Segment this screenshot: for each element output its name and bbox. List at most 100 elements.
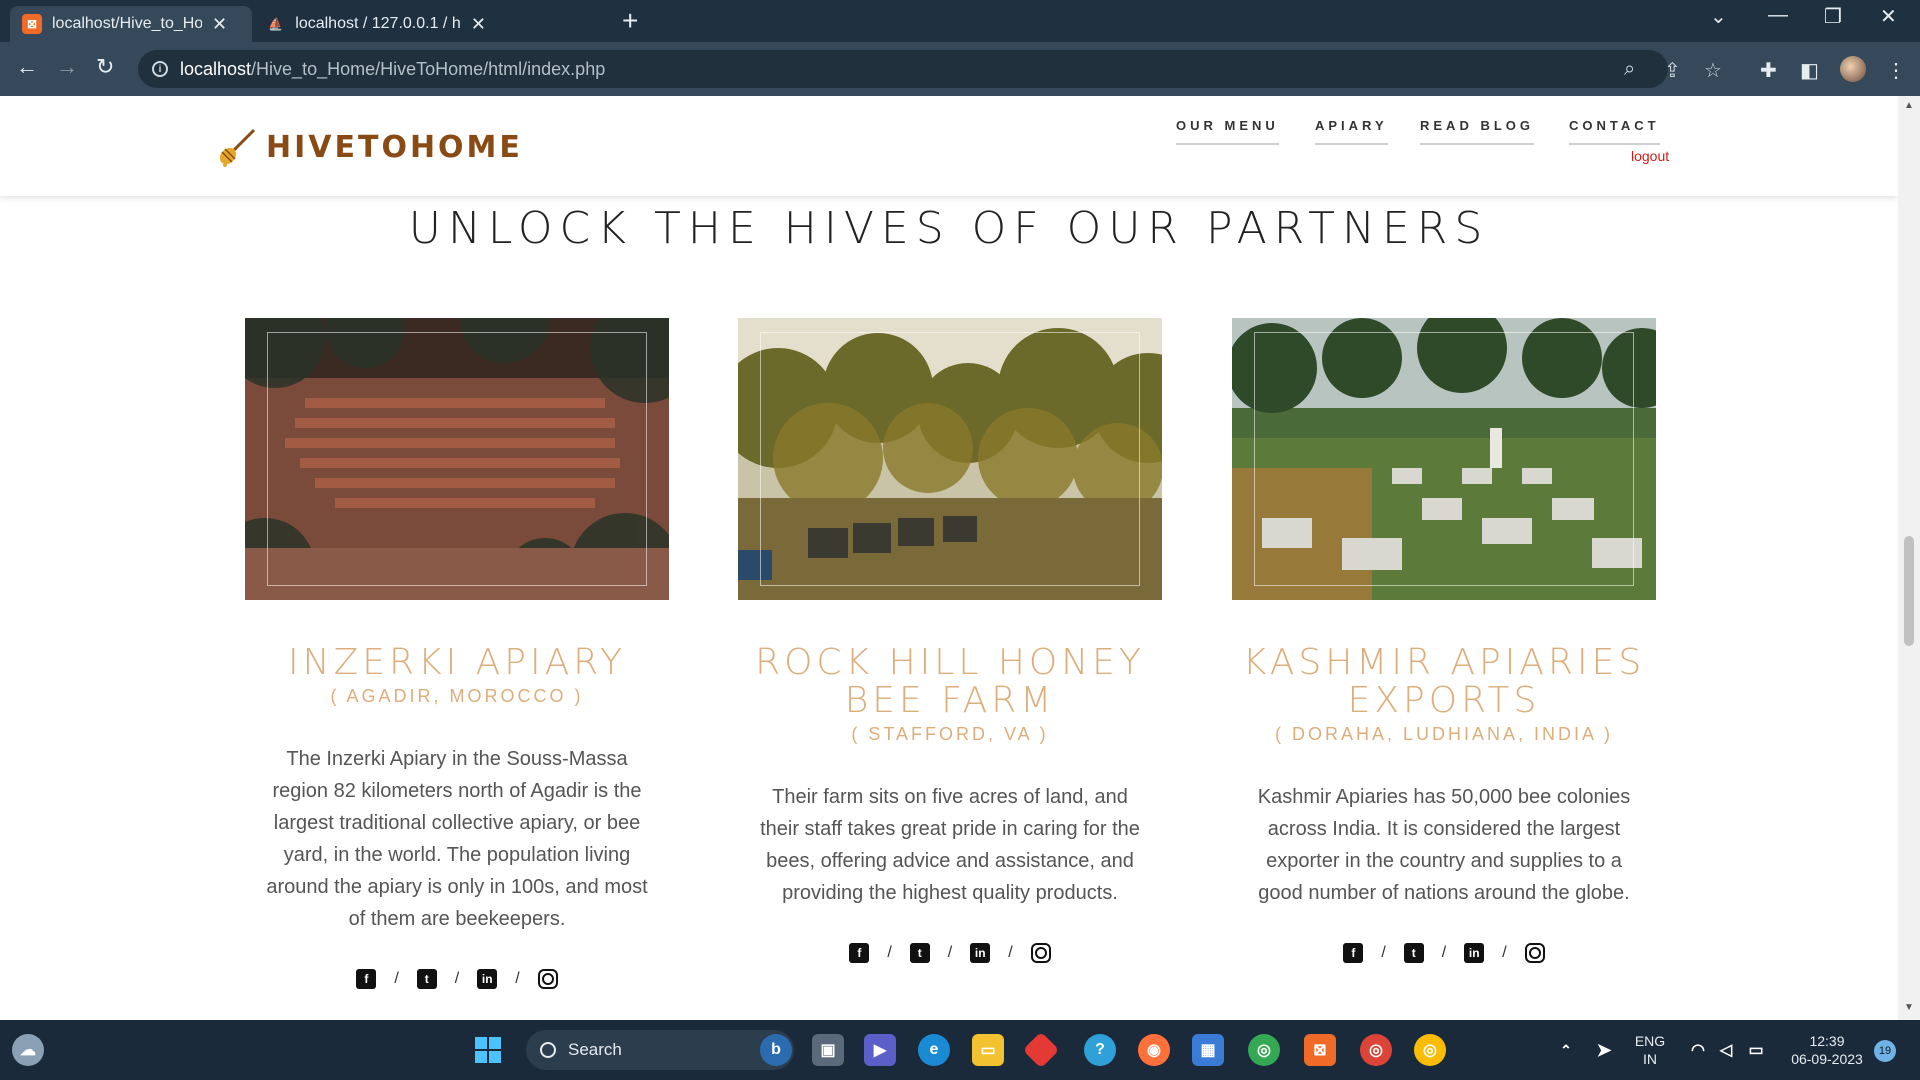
separator: /: [1008, 944, 1013, 961]
search-label: Search: [568, 1040, 622, 1059]
scrollbar-thumb[interactable]: [1904, 536, 1914, 646]
logout-link[interactable]: logout: [1631, 148, 1669, 164]
card-description: Kashmir Apiaries has 50,000 bee colonies…: [1257, 786, 1631, 904]
firefox-icon[interactable]: ◉: [1138, 1034, 1170, 1066]
url-field[interactable]: i localhost/Hive_to_Home/HiveToHome/html…: [138, 50, 1722, 88]
menu-kebab-icon[interactable]: ⋮: [1886, 58, 1906, 83]
twitter-icon[interactable]: t: [416, 969, 437, 989]
page-scrollbar[interactable]: ▲ ▼: [1898, 96, 1920, 1020]
phpmyadmin-icon: ⛵: [268, 17, 284, 31]
social-links: f / t / in /: [1232, 943, 1656, 963]
language-indicator[interactable]: ENG IN: [1632, 1032, 1668, 1068]
facebook-icon[interactable]: f: [1343, 943, 1364, 963]
teams-icon[interactable]: ▶: [864, 1034, 896, 1066]
store-icon[interactable]: ▦: [1192, 1034, 1224, 1066]
chrome-icon[interactable]: ◎: [1248, 1034, 1280, 1066]
show-hidden-icons[interactable]: ⌃: [1550, 1034, 1582, 1066]
tab-title: localhost / 127.0.0.1 / hivetohom: [295, 15, 461, 32]
task-view-icon[interactable]: ▣: [812, 1034, 844, 1066]
windows-taskbar: ☁ Search b ▣ ▶ e ▭ ? ◉ ▦ ◎ ⊠ ◎ ◎ ⌃ ➤ ENG…: [0, 1020, 1920, 1080]
card-title: ROCK HILL HONEY BEE FARM: [755, 642, 1145, 721]
linkedin-icon[interactable]: in: [1464, 943, 1485, 963]
card-title: INZERKI APIARY: [288, 642, 626, 683]
facebook-icon[interactable]: f: [849, 943, 870, 963]
nav-apiary[interactable]: APIARY: [1315, 118, 1388, 145]
image-frame: [1254, 332, 1634, 586]
location-icon[interactable]: ➤: [1588, 1034, 1620, 1066]
scroll-up-icon[interactable]: ▲: [1904, 100, 1914, 111]
help-icon[interactable]: ?: [1084, 1034, 1116, 1066]
search-icon: [540, 1042, 556, 1058]
url-text[interactable]: localhost/Hive_to_Home/HiveToHome/html/i…: [180, 59, 605, 80]
reload-icon[interactable]: ↻: [96, 54, 114, 80]
linkedin-icon[interactable]: in: [477, 969, 498, 989]
xampp-icon[interactable]: ⊠: [1304, 1034, 1336, 1066]
battery-icon[interactable]: ▭: [1740, 1034, 1772, 1066]
twitter-icon[interactable]: t: [1403, 943, 1424, 963]
site-header: HIVETOHOME OUR MENU APIARY READ BLOG CON…: [0, 96, 1898, 196]
anydesk-icon[interactable]: [1022, 1031, 1060, 1069]
zoom-icon[interactable]: ⌕: [1624, 58, 1635, 81]
address-bar: ← → ↻ i localhost/Hive_to_Home/HiveToHom…: [0, 42, 1920, 96]
bookmark-star-icon[interactable]: ☆: [1704, 58, 1722, 83]
edge-icon[interactable]: e: [918, 1034, 950, 1066]
separator: /: [394, 970, 399, 987]
card-location: ( DORAHA, LUDHIANA, INDIA ): [1274, 724, 1614, 744]
card-location: ( AGADIR, MOROCCO ): [330, 686, 584, 706]
separator: /: [1381, 944, 1386, 961]
tab-phpmyadmin[interactable]: ⛵ localhost / 127.0.0.1 / hivetohom ✕: [254, 6, 498, 42]
card-location: ( STAFFORD, VA ): [851, 724, 1049, 744]
facebook-icon[interactable]: f: [356, 969, 377, 989]
separator: /: [515, 970, 520, 987]
site-info-icon[interactable]: i: [152, 61, 168, 77]
separator: /: [1502, 944, 1507, 961]
partner-card-rock-hill: ROCK HILL HONEY BEE FARM ( STAFFORD, VA …: [738, 318, 1162, 963]
bing-icon[interactable]: b: [760, 1034, 792, 1066]
profile-avatar[interactable]: [1840, 56, 1866, 82]
volume-icon[interactable]: ◁: [1710, 1034, 1742, 1066]
card-description: The Inzerki Apiary in the Souss-Massa re…: [266, 748, 648, 930]
chrome-active-icon[interactable]: ◎: [1414, 1034, 1446, 1066]
image-frame: [267, 332, 647, 586]
partner-card-inzerki: INZERKI APIARY ( AGADIR, MOROCCO ) The I…: [245, 318, 669, 989]
separator: /: [947, 944, 953, 961]
back-icon[interactable]: ←: [16, 54, 38, 80]
close-tab-icon[interactable]: ✕: [471, 14, 486, 35]
nav-our-menu[interactable]: OUR MENU: [1176, 118, 1279, 145]
tab-hivetohome[interactable]: ⊠ localhost/Hive_to_Home/HiveToH ✕: [10, 6, 252, 42]
nav-read-blog[interactable]: READ BLOG: [1420, 118, 1534, 145]
file-explorer-icon[interactable]: ▭: [972, 1034, 1004, 1066]
share-icon[interactable]: ⇪: [1664, 58, 1681, 83]
close-tab-icon[interactable]: ✕: [212, 14, 227, 35]
scroll-down-icon[interactable]: ▼: [1904, 1002, 1914, 1013]
nav-contact[interactable]: CONTACT: [1569, 118, 1660, 145]
forward-icon[interactable]: →: [56, 54, 78, 80]
new-tab-button[interactable]: +: [622, 6, 638, 36]
rock-hill-farm-photo: [738, 318, 1162, 600]
instagram-icon[interactable]: [1030, 943, 1051, 963]
minimize-icon[interactable]: —: [1768, 4, 1788, 27]
partner-card-kashmir: KASHMIR APIARIES EXPORTS ( DORAHA, LUDHI…: [1232, 318, 1656, 963]
clock[interactable]: 12:39 06-09-2023: [1782, 1032, 1872, 1068]
site-logo[interactable]: HIVETOHOME: [216, 126, 523, 168]
linkedin-icon[interactable]: in: [970, 943, 991, 963]
image-frame: [760, 332, 1140, 586]
extensions-icon[interactable]: ✚: [1760, 58, 1777, 83]
close-window-icon[interactable]: ✕: [1880, 4, 1897, 29]
separator: /: [1441, 944, 1447, 961]
tab-search-icon[interactable]: ⌄: [1710, 4, 1727, 29]
side-panel-icon[interactable]: ◧: [1800, 58, 1819, 83]
social-links: f / t / in /: [245, 969, 669, 989]
page-viewport: HIVETOHOME OUR MENU APIARY READ BLOG CON…: [0, 96, 1898, 1020]
instagram-icon[interactable]: [1524, 943, 1545, 963]
taskbar-search[interactable]: Search: [526, 1030, 794, 1070]
restore-icon[interactable]: ❐: [1824, 4, 1842, 29]
twitter-icon[interactable]: t: [909, 943, 930, 963]
page-headline: UNLOCK THE HIVES OF OUR PARTNERS: [408, 203, 1490, 254]
notification-badge[interactable]: 19: [1874, 1040, 1896, 1062]
instagram-icon[interactable]: [537, 969, 558, 989]
chrome-profile-icon[interactable]: ◎: [1360, 1034, 1392, 1066]
kashmir-apiaries-photo: [1232, 318, 1656, 600]
weather-icon[interactable]: ☁: [12, 1034, 44, 1066]
start-icon[interactable]: [472, 1034, 504, 1066]
